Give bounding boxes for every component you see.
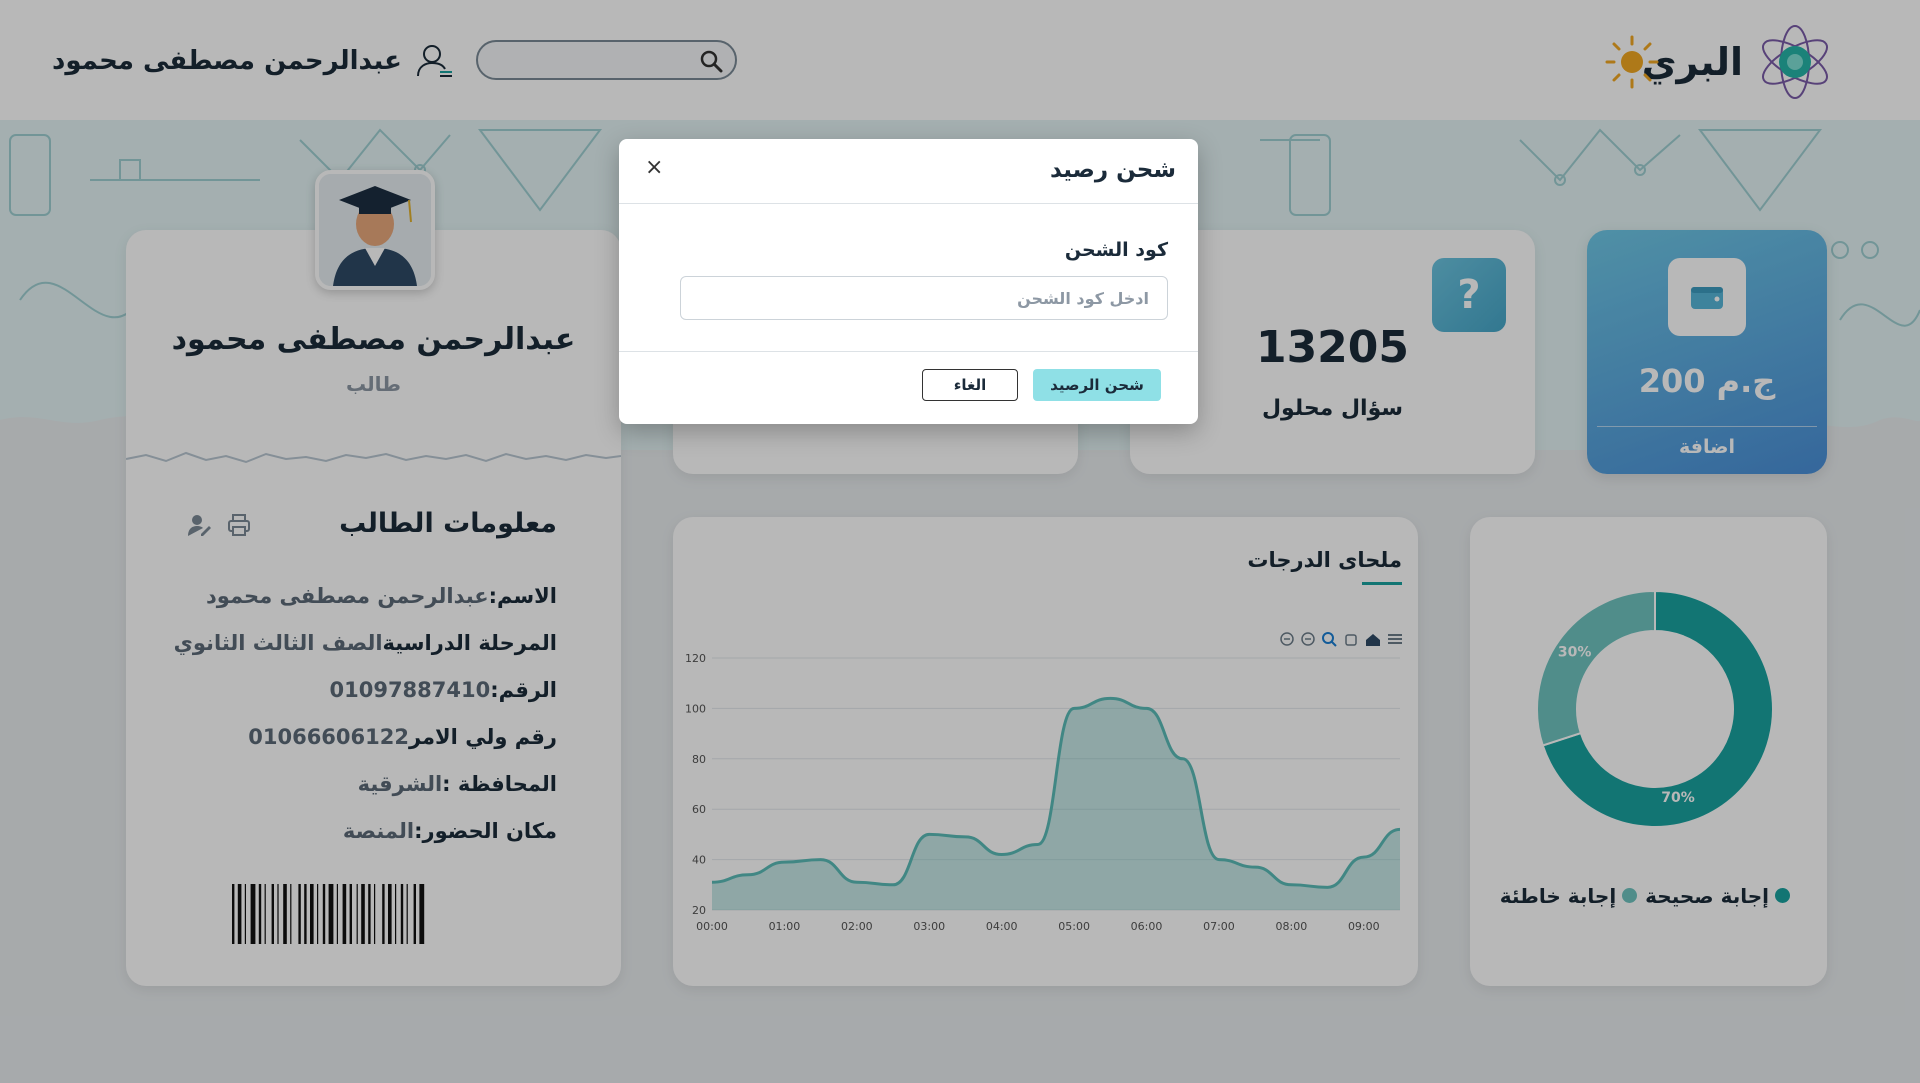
close-icon[interactable]: × [645, 155, 663, 180]
charge-balance-button[interactable]: شحن الرصيد [1033, 369, 1161, 401]
modal-header-divider [619, 203, 1198, 204]
cancel-button[interactable]: الغاء [922, 369, 1018, 401]
recharge-modal: شحن رصيد × كود الشحن شحن الرصيد الغاء [619, 139, 1198, 424]
charge-code-input[interactable] [680, 276, 1168, 320]
modal-title: شحن رصيد [1049, 157, 1176, 183]
charge-code-label: كود الشحن [1064, 239, 1168, 261]
modal-footer-divider [619, 351, 1198, 352]
